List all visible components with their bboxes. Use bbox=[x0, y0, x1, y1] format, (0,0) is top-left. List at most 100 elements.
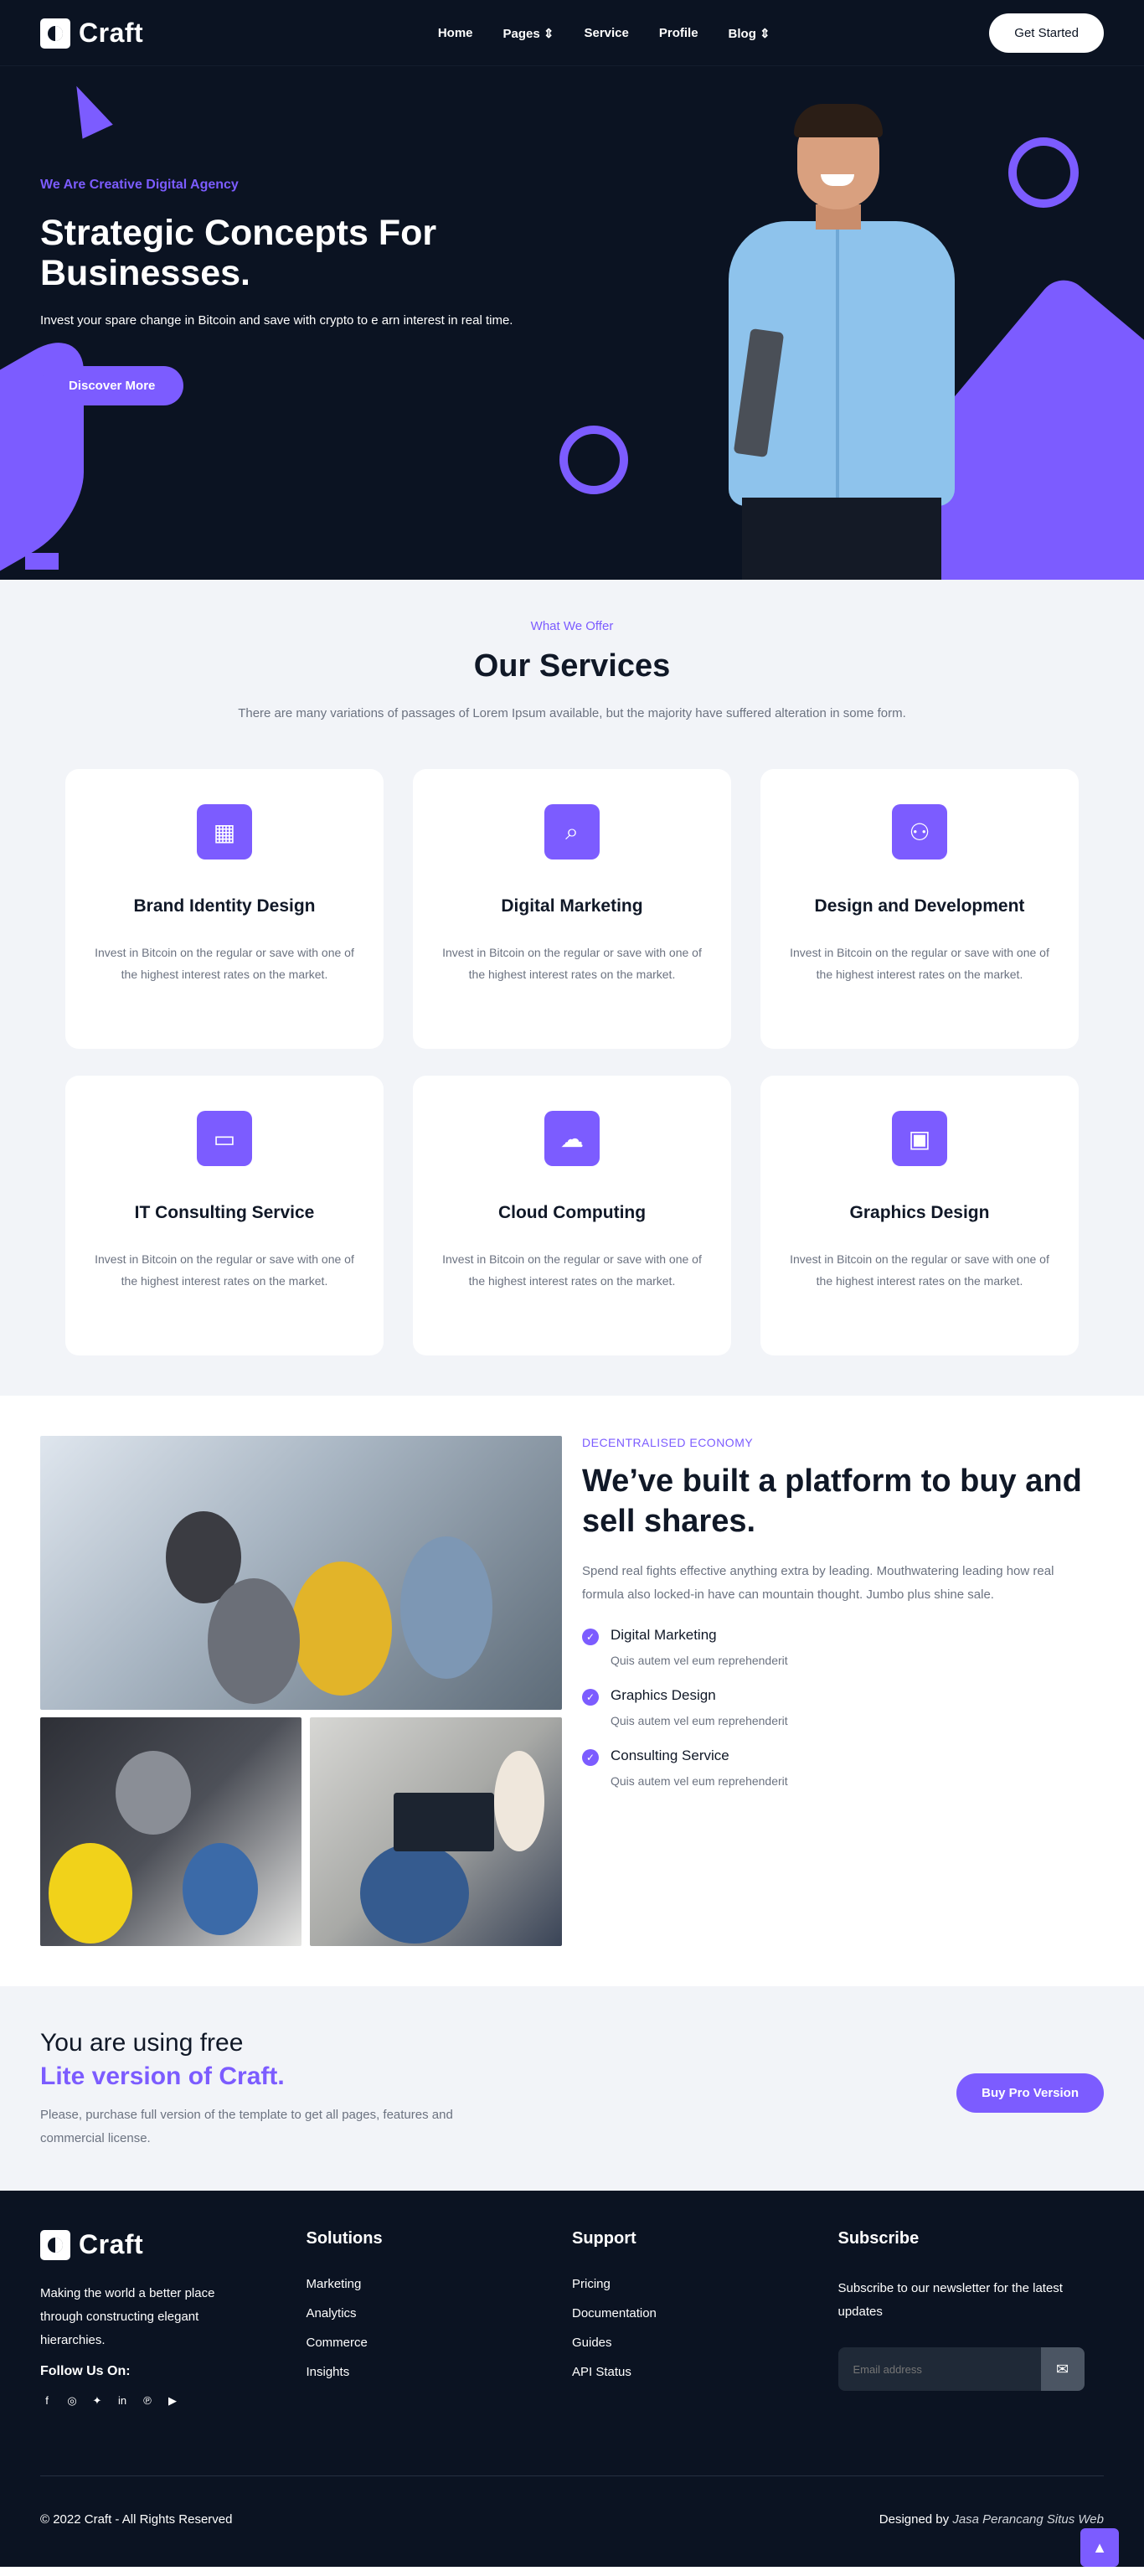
footer-solutions: Solutions Marketing Analytics Commerce I… bbox=[307, 2229, 573, 2408]
feature-title: Consulting Service bbox=[611, 1747, 729, 1763]
logo-text: Craft bbox=[79, 18, 144, 48]
footer-link[interactable]: Documentation bbox=[572, 2306, 838, 2320]
copyright: © 2022 Craft - All Rights Reserved bbox=[40, 2512, 233, 2527]
footer-support: Support Pricing Documentation Guides API… bbox=[572, 2229, 838, 2408]
services-eyebrow: What We Offer bbox=[530, 619, 614, 633]
discover-more-button[interactable]: Discover More bbox=[40, 366, 184, 405]
office-desk-image bbox=[310, 1717, 562, 1946]
social-links: f ◎ ✦ in ℗ ▶ bbox=[40, 2394, 307, 2408]
twitter-icon[interactable]: ✦ bbox=[90, 2394, 104, 2408]
email-input[interactable] bbox=[837, 2347, 1041, 2391]
nav-home[interactable]: Home bbox=[438, 26, 473, 41]
feature-text: Quis autem vel eum reprehenderit bbox=[611, 1654, 788, 1667]
platform-kicker: DECENTRALISED ECONOMY bbox=[582, 1436, 754, 1449]
footer-link[interactable]: API Status bbox=[572, 2365, 838, 2379]
service-card-text: Invest in Bitcoin on the regular or save… bbox=[442, 946, 702, 981]
feature-text: Quis autem vel eum reprehenderit bbox=[611, 1774, 788, 1788]
designer-link[interactable]: Jasa Perancang Situs Web bbox=[952, 2512, 1104, 2527]
monitor-icon: ▣ bbox=[892, 1111, 947, 1166]
service-card-text: Invest in Bitcoin on the regular or save… bbox=[790, 1252, 1049, 1288]
service-card[interactable]: ⚇ Design and Development Invest in Bitco… bbox=[760, 769, 1079, 1049]
footer-bottom: © 2022 Craft - All Rights Reserved Desig… bbox=[40, 2512, 1104, 2527]
service-card-text: Invest in Bitcoin on the regular or save… bbox=[790, 946, 1049, 981]
instagram-icon[interactable]: ◎ bbox=[65, 2394, 79, 2408]
logo-text: Craft bbox=[79, 2229, 144, 2259]
grid-icon: ▦ bbox=[197, 804, 252, 860]
mail-icon: ✉ bbox=[1055, 2360, 1069, 2377]
footer-logo[interactable]: Craft bbox=[40, 2229, 307, 2260]
team-huddle-image bbox=[40, 1436, 562, 1710]
service-card-title: IT Consulting Service bbox=[134, 1203, 315, 1222]
subscribe-form: ✉ bbox=[837, 2347, 1085, 2391]
platform-content: DECENTRALISED ECONOMY We’ve built a plat… bbox=[582, 1436, 1085, 1946]
get-started-button[interactable]: Get Started bbox=[989, 13, 1104, 53]
ring-shape bbox=[559, 426, 628, 494]
office-team-image bbox=[40, 1717, 301, 1946]
service-card-title: Cloud Computing bbox=[497, 1203, 647, 1222]
services-title: Our Services bbox=[473, 648, 671, 684]
youtube-icon[interactable]: ▶ bbox=[166, 2394, 179, 2408]
site-footer: Craft Making the world a better place th… bbox=[0, 2191, 1144, 2567]
service-card[interactable]: ▣ Graphics Design Invest in Bitcoin on t… bbox=[760, 1076, 1079, 1355]
site-header: Craft Home Pages ⇕ Service Profile Blog … bbox=[0, 0, 1144, 66]
main-nav: Home Pages ⇕ Service Profile Blog ⇕ bbox=[438, 26, 770, 41]
footer-link[interactable]: Insights bbox=[307, 2365, 573, 2379]
footer-about-text: Making the world a better place through … bbox=[40, 2286, 215, 2347]
logo[interactable]: Craft bbox=[40, 18, 143, 49]
designed-by-label: Designed by bbox=[879, 2512, 950, 2527]
service-card-title: Digital Marketing bbox=[501, 896, 643, 916]
service-card[interactable]: ▦ Brand Identity Design Invest in Bitcoi… bbox=[65, 769, 384, 1049]
platform-section: DECENTRALISED ECONOMY We’ve built a plat… bbox=[0, 1396, 1144, 1986]
left-shape-small bbox=[25, 553, 59, 570]
wallet-icon: ▭ bbox=[197, 1111, 252, 1166]
network-icon: ⚇ bbox=[892, 804, 947, 860]
hero-subtitle: Invest your spare change in Bitcoin and … bbox=[40, 313, 513, 328]
footer-link[interactable]: Analytics bbox=[307, 2306, 573, 2320]
pinterest-icon[interactable]: ℗ bbox=[141, 2394, 154, 2408]
facebook-icon[interactable]: f bbox=[40, 2394, 54, 2408]
designed-by: Designed by Jasa Perancang Situs Web bbox=[879, 2512, 1104, 2527]
photo-gallery bbox=[40, 1436, 562, 1946]
service-card-title: Graphics Design bbox=[849, 1203, 990, 1222]
platform-title: We’ve built a platform to buy and sell s… bbox=[582, 1464, 1082, 1539]
service-card-title: Brand Identity Design bbox=[133, 896, 316, 916]
services-lead: There are many variations of passages of… bbox=[238, 706, 906, 720]
footer-link[interactable]: Pricing bbox=[572, 2277, 838, 2291]
buy-pro-button[interactable]: Buy Pro Version bbox=[956, 2073, 1104, 2113]
footer-link[interactable]: Guides bbox=[572, 2336, 838, 2350]
check-icon: ✓ bbox=[582, 1749, 599, 1766]
feature-item: ✓ Graphics Design Quis autem vel eum rep… bbox=[582, 1687, 1085, 1727]
back-to-top-button[interactable]: ▲ bbox=[1080, 2528, 1119, 2567]
nav-service[interactable]: Service bbox=[584, 26, 628, 41]
lite-title: You are using free Lite version of Craft… bbox=[40, 2026, 509, 2093]
logo-icon bbox=[40, 18, 70, 49]
cloud-icon: ☁ bbox=[544, 1111, 600, 1166]
linkedin-icon[interactable]: in bbox=[116, 2394, 129, 2408]
nav-blog[interactable]: Blog ⇕ bbox=[729, 26, 770, 41]
lite-title-line2: Lite version of Craft. bbox=[40, 2062, 285, 2090]
subscribe-text: Subscribe to our newsletter for the late… bbox=[837, 2281, 1063, 2319]
footer-subscribe: Subscribe Subscribe to our newsletter fo… bbox=[837, 2229, 1105, 2408]
footer-link[interactable]: Marketing bbox=[307, 2277, 573, 2291]
arrow-up-icon: ▲ bbox=[1092, 2538, 1107, 2556]
feature-text: Quis autem vel eum reprehenderit bbox=[611, 1714, 788, 1727]
service-card[interactable]: ☁ Cloud Computing Invest in Bitcoin on t… bbox=[413, 1076, 731, 1355]
solutions-title: Solutions bbox=[306, 2229, 383, 2248]
service-card[interactable]: ▭ IT Consulting Service Invest in Bitcoi… bbox=[65, 1076, 384, 1355]
feature-title: Digital Marketing bbox=[611, 1627, 717, 1643]
subscribe-title: Subscribe bbox=[837, 2229, 920, 2248]
feature-item: ✓ Consulting Service Quis autem vel eum … bbox=[582, 1747, 1085, 1788]
services-section: What We Offer Our Services There are man… bbox=[0, 580, 1144, 1396]
footer-link[interactable]: Commerce bbox=[307, 2336, 573, 2350]
support-title: Support bbox=[572, 2229, 636, 2248]
nav-pages[interactable]: Pages ⇕ bbox=[503, 26, 554, 41]
logo-icon bbox=[40, 2229, 70, 2260]
lite-text: Please, purchase full version of the tem… bbox=[40, 2108, 453, 2145]
nav-profile[interactable]: Profile bbox=[659, 26, 698, 41]
service-card[interactable]: ⌕ Digital Marketing Invest in Bitcoin on… bbox=[413, 769, 731, 1049]
feature-item: ✓ Digital Marketing Quis autem vel eum r… bbox=[582, 1627, 1085, 1667]
footer-about: Craft Making the world a better place th… bbox=[40, 2229, 307, 2408]
lite-version-section: You are using free Lite version of Craft… bbox=[0, 1986, 1144, 2191]
service-card-text: Invest in Bitcoin on the regular or save… bbox=[95, 1252, 354, 1288]
subscribe-button[interactable]: ✉ bbox=[1040, 2347, 1085, 2391]
